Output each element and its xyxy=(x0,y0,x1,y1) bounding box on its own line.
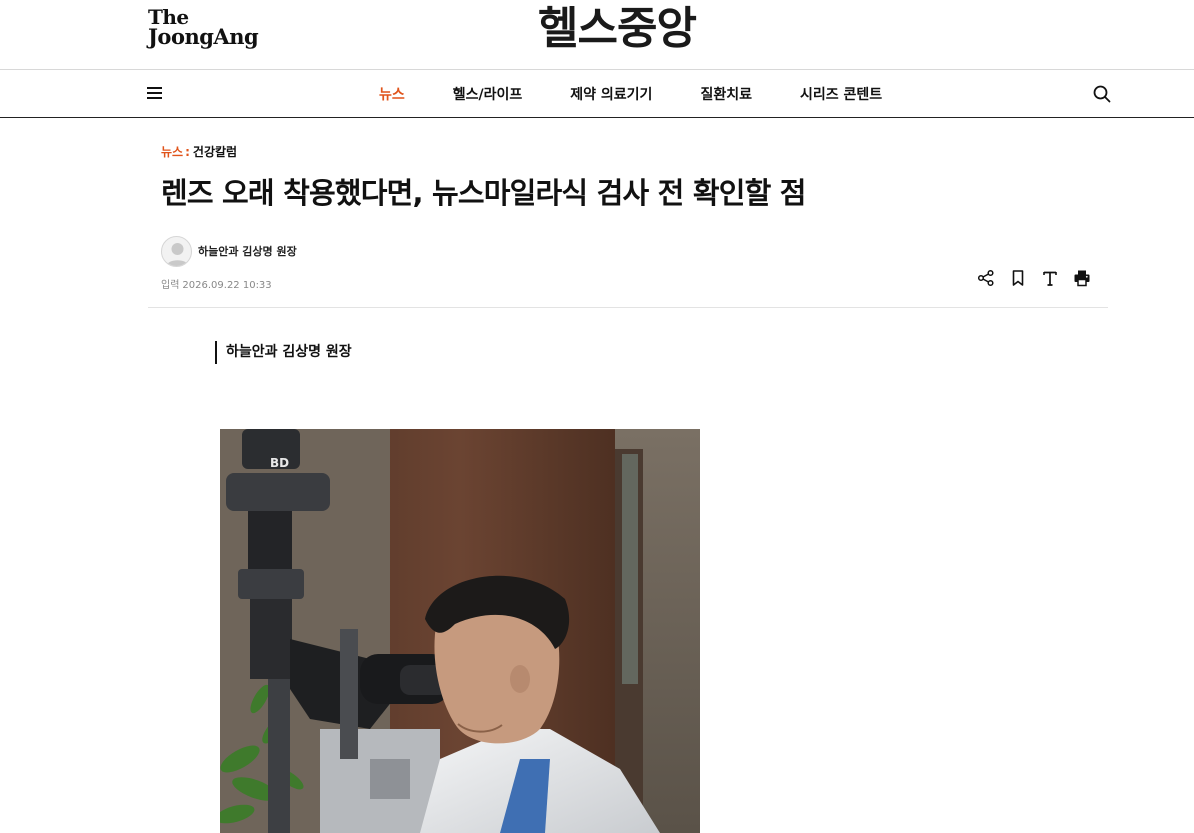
nav-items: 뉴스 헬스/라이프 제약 의료기기 질환치료 시리즈 콘텐트 xyxy=(379,70,930,118)
author-avatar xyxy=(161,235,192,267)
print-icon[interactable] xyxy=(1072,268,1092,288)
publish-date: 입력 2026.09.22 10:33 xyxy=(161,276,272,291)
breadcrumb-section[interactable]: 뉴스 xyxy=(161,145,183,159)
svg-text:BD: BD xyxy=(270,456,289,470)
bookmark-icon[interactable] xyxy=(1008,268,1028,288)
article-summary: 하늘안과 김상명 원장 xyxy=(215,341,352,364)
breadcrumb-separator: : xyxy=(185,145,190,159)
header-divider xyxy=(148,307,1108,308)
joongang-logo[interactable]: The JoongAng xyxy=(148,7,259,49)
author-name[interactable]: 하늘안과 김상명 원장 xyxy=(198,243,297,259)
share-icon[interactable] xyxy=(976,268,996,288)
main-nav: 뉴스 헬스/라이프 제약 의료기기 질환치료 시리즈 콘텐트 xyxy=(0,70,1194,118)
nav-item-news[interactable]: 뉴스 xyxy=(379,84,405,104)
publish-date-value: 2026.09.22 10:33 xyxy=(182,280,272,291)
health-joongang-logo[interactable]: 헬스중앙 xyxy=(538,0,697,58)
font-size-icon[interactable] xyxy=(1040,268,1060,288)
byline: 하늘안과 김상명 원장 xyxy=(161,235,297,267)
article-title: 렌즈 오래 착용했다면, 뉴스마일라식 검사 전 확인할 점 xyxy=(161,176,806,210)
joongang-logo-line2: JoongAng xyxy=(148,24,259,49)
nav-item-series-content[interactable]: 시리즈 콘텐트 xyxy=(800,84,882,104)
search-icon[interactable] xyxy=(1092,84,1112,104)
nav-item-pharma-devices[interactable]: 제약 의료기기 xyxy=(570,84,652,104)
breadcrumb-subsection[interactable]: 건강칼럼 xyxy=(193,145,237,159)
article-photo: BD xyxy=(220,429,700,833)
menu-icon[interactable] xyxy=(147,86,163,100)
nav-item-health-life[interactable]: 헬스/라이프 xyxy=(453,84,523,104)
publish-date-label: 입력 xyxy=(161,280,180,291)
breadcrumb: 뉴스: 건강칼럼 xyxy=(161,143,237,160)
site-header: The JoongAng 헬스중앙 xyxy=(0,0,1194,70)
nav-item-disease-treatment[interactable]: 질환치료 xyxy=(700,84,752,104)
article-tools xyxy=(976,268,1092,288)
